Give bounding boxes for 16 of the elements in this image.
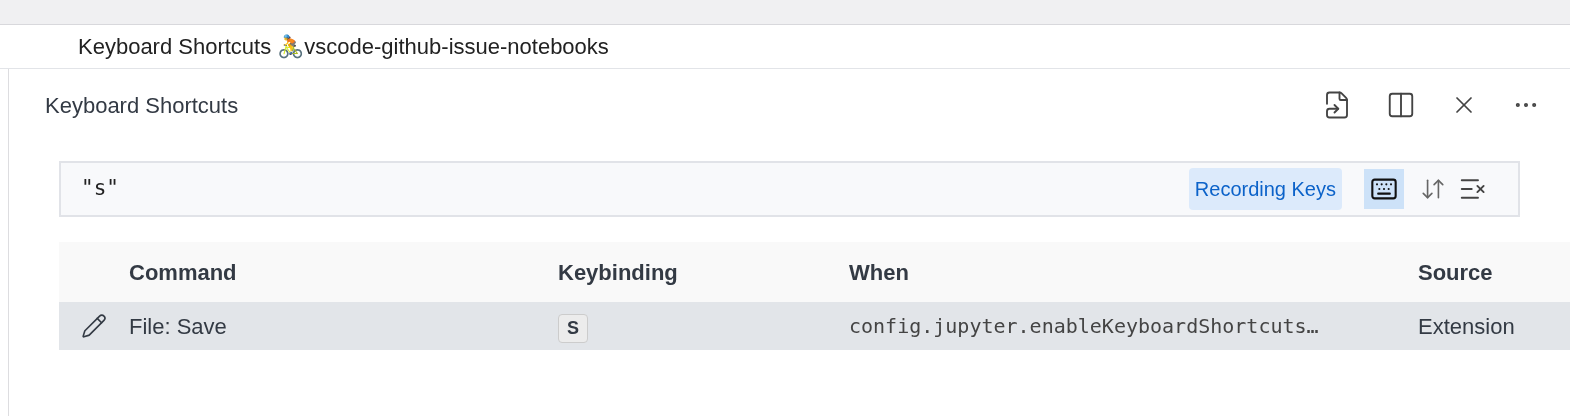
table-cell-text: Extension [1418,312,1515,341]
column-header[interactable]: When [849,255,1418,289]
column-header[interactable]: Command [129,255,558,289]
key-label: S [558,313,588,343]
column-header[interactable]: Source [1418,255,1493,289]
tab-title[interactable]: Keyboard Shortcuts 🚴vscode-github-issue-notebooks [78,30,609,63]
search-field[interactable]: "s" Recording Keys [59,161,1520,217]
record-keys-toggle[interactable] [1364,169,1404,209]
table-row[interactable]: File: Save S config.jupyter.enableKeyboardShortcuts… Extension [59,302,1570,350]
recording-keys-badge: Recording Keys [1188,168,1342,210]
edit-icon[interactable] [81,313,107,339]
table-cell-text: File: Save [129,312,228,341]
column-header[interactable]: Keybinding [558,255,849,289]
split-editor-icon[interactable] [1386,90,1416,120]
editor-title: Keyboard Shortcuts [45,91,240,120]
table-cell-text: config.jupyter.enableKeyboardShortcuts… [849,313,1320,340]
